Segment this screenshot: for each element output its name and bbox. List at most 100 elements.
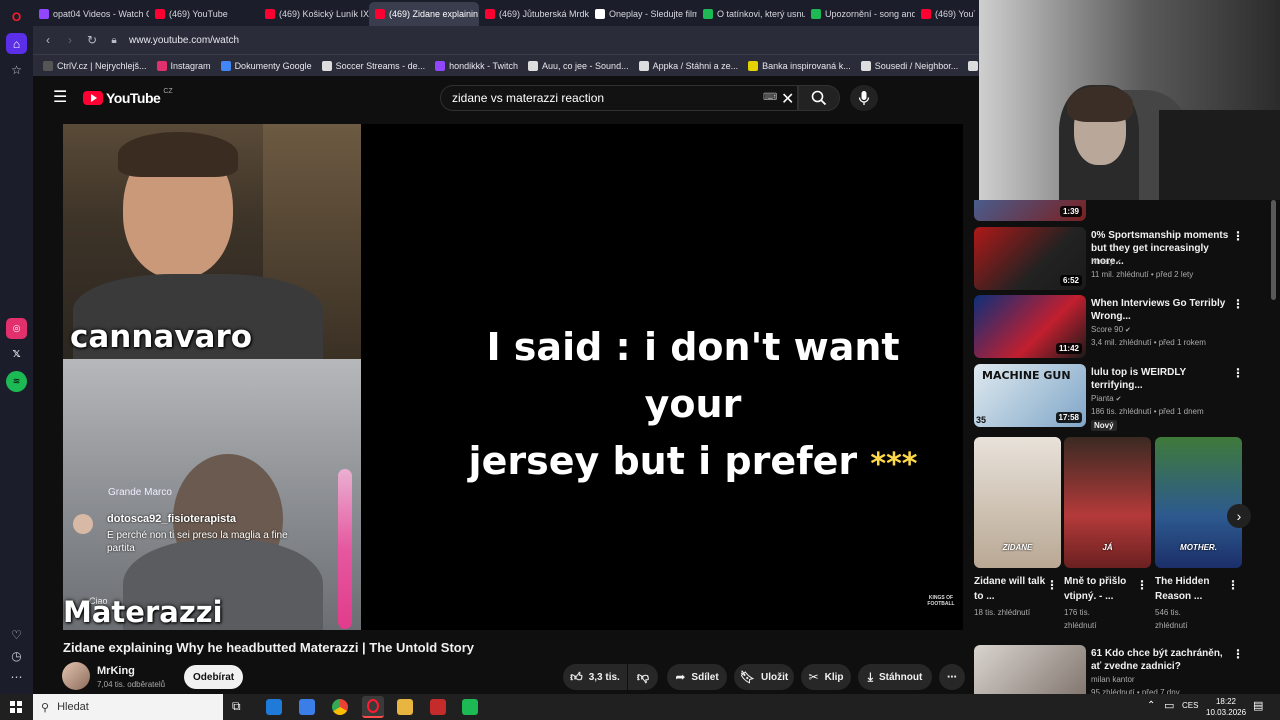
history-icon[interactable]: ◷ [6, 645, 27, 666]
bookmark-favicon-icon [860, 60, 871, 71]
short-thumbnail[interactable]: MOTHER. [1155, 437, 1242, 568]
more-actions-button[interactable]: ⋯ [939, 664, 965, 690]
name-overlay-bottom: Materazzi [63, 595, 223, 629]
tab-1[interactable]: (469) YouTube [149, 2, 259, 26]
scrollbar[interactable] [1271, 200, 1276, 300]
clip-button[interactable]: ✂ Klip [801, 664, 851, 690]
tab-favicon-icon [485, 9, 495, 19]
more-options-icon[interactable]: ⋮ [1046, 578, 1058, 592]
more-options-icon[interactable]: ⋮ [1232, 297, 1244, 311]
recommendation-meta: 3,4 mil. zhlédnutí • před 1 rokem [1091, 338, 1206, 347]
more-options-icon[interactable]: ⋮ [1232, 647, 1244, 661]
clock[interactable]: 18:22 10.03.2026 [1206, 696, 1246, 718]
outlook-icon[interactable] [266, 699, 282, 715]
shorts-next-button[interactable]: › [1227, 504, 1251, 528]
recommendation-channel[interactable]: Pianta ✔ [1091, 394, 1122, 403]
opera-taskbar-icon[interactable] [362, 696, 384, 718]
recommendation-channel[interactable]: milan kantor [1091, 675, 1135, 684]
opera-logo-icon[interactable]: O [6, 6, 27, 27]
reload-icon[interactable]: ↻ [81, 33, 103, 47]
url-field[interactable]: www.youtube.com/watch [129, 35, 239, 46]
tab-0[interactable]: opat04 Videos - Watch C [33, 2, 149, 26]
bookmark-item[interactable]: Appka / Stáhni a ze... [638, 60, 738, 71]
pinboard-icon[interactable]: ☆ [6, 59, 27, 80]
instagram-icon[interactable]: ◎ [6, 318, 27, 339]
recommendation-title[interactable]: When Interviews Go Terribly Wrong... [1091, 297, 1231, 323]
app-green-icon[interactable] [462, 699, 478, 715]
share-button[interactable]: ➦ Sdílet [667, 664, 727, 690]
more-options-icon[interactable]: ⋮ [1227, 578, 1239, 592]
store-icon[interactable] [299, 699, 315, 715]
recommendation-title[interactable]: lulu top is WEIRDLY terrifying... [1091, 366, 1231, 392]
recommendation-thumbnail[interactable]: 11:42 [974, 295, 1086, 358]
tab-8[interactable]: (469) YouTu [915, 2, 975, 26]
like-button[interactable]: 👍︎ 3,3 tis. [563, 664, 627, 690]
short-title[interactable]: Mně to přišlo vtipný. - ... [1064, 574, 1136, 604]
recommendation-title[interactable]: 61 Kdo chce být zachráněn, ať zvedne zad… [1091, 647, 1231, 673]
forward-icon[interactable]: › [59, 33, 81, 47]
file-explorer-icon[interactable] [397, 699, 413, 715]
bookmark-item[interactable]: Auu, co jee - Sound... [528, 60, 629, 71]
short-thumbnail[interactable]: JÁ [1064, 437, 1151, 568]
bookmark-item[interactable]: Soccer Streams - de... [321, 60, 425, 71]
search-button[interactable] [798, 85, 840, 111]
language-indicator[interactable]: CES [1182, 701, 1198, 710]
dislike-button[interactable]: 👎︎ [628, 664, 658, 690]
tab-4[interactable]: (469) Jůtuberská Mrdka [479, 2, 589, 26]
channel-avatar[interactable] [62, 662, 90, 690]
webcam-overlay [979, 0, 1280, 200]
recommendation-thumbnail[interactable]: 6:52 [974, 227, 1086, 290]
more-options-icon[interactable]: ⋮ [1232, 229, 1244, 243]
more-options-icon[interactable]: ⋮ [1136, 578, 1148, 592]
keyboard-icon[interactable]: ⌨ [763, 92, 777, 103]
youtube-logo[interactable]: YouTube CZ [83, 88, 173, 106]
clear-search-icon[interactable]: ✕ [781, 89, 794, 109]
back-icon[interactable]: ‹ [37, 33, 59, 47]
bookmark-item[interactable]: Sousedi / Neighbor... [860, 60, 958, 71]
windows-start-icon[interactable] [10, 701, 22, 713]
bookmark-item[interactable]: hondikkk - Twitch [435, 60, 518, 71]
verified-icon: ✔ [1123, 327, 1131, 334]
video-player[interactable]: cannavaro Grande Marco dotosca92_fisiote… [63, 124, 963, 630]
more-options-icon[interactable]: ⋮ [1232, 366, 1244, 380]
tray-chevron-icon[interactable]: ⌃ [1147, 700, 1155, 711]
tab-favicon-icon [595, 9, 605, 19]
task-view-icon[interactable]: ⧉ [232, 699, 248, 715]
save-button[interactable]: 🔖︎ Uložit [734, 664, 794, 690]
network-icon[interactable]: ▭ [1164, 699, 1174, 712]
short-views: 18 tis. zhlédnutí [974, 608, 1031, 617]
recommendation-channel[interactable]: Score 90 ✔ [1091, 325, 1131, 334]
tab-5[interactable]: Oneplay - Sledujte filmy, [589, 2, 697, 26]
bookmark-icon: 🔖︎ [739, 670, 756, 684]
more-icon[interactable]: ⋯ [6, 666, 27, 687]
tab-7[interactable]: Upozornění - song and ly [805, 2, 915, 26]
bookmark-item[interactable]: Dokumenty Google [220, 60, 312, 71]
app-red-icon[interactable] [430, 699, 446, 715]
tab-2[interactable]: (469) Košický Luník IX: Dě [259, 2, 369, 26]
spotify-icon[interactable]: ≋ [6, 371, 27, 392]
bookmark-item[interactable]: CtrlV.cz | Nejrychlejš... [43, 60, 147, 71]
x-icon[interactable]: 𝕏 [6, 344, 27, 365]
chevron-right-icon: › [1236, 508, 1242, 524]
notifications-icon[interactable]: ▤ [1253, 699, 1263, 712]
tab-6[interactable]: O tatínkovi, který usnul [697, 2, 805, 26]
taskbar-search[interactable]: ⚲ Hledat [33, 694, 223, 720]
chrome-icon[interactable] [332, 699, 348, 715]
download-button[interactable]: ⤓ Stáhnout [858, 664, 932, 690]
home-icon[interactable]: ⌂ [6, 33, 27, 54]
tab-label: opat04 Videos - Watch C [53, 9, 149, 19]
heart-icon[interactable]: ♡ [6, 624, 27, 645]
search-input[interactable]: zidane vs materazzi reaction ⌨ ✕ [440, 85, 798, 111]
recommendation-channel[interactable]: Ninety ✔ [1091, 257, 1122, 266]
short-title[interactable]: The Hidden Reason ... [1155, 574, 1227, 604]
channel-name[interactable]: MrKing [97, 665, 135, 677]
bookmark-item[interactable]: Banka inspirovaná k... [748, 60, 851, 71]
short-title[interactable]: Zidane will talk to ... [974, 574, 1046, 604]
subscribe-button[interactable]: Odebírat [184, 665, 244, 689]
recommendation-thumbnail[interactable]: MACHINE GUN 35 17:58 [974, 364, 1086, 427]
menu-icon[interactable]: ☰ [53, 90, 67, 106]
short-thumbnail[interactable]: ZIDANE [974, 437, 1061, 568]
voice-search-button[interactable] [850, 85, 878, 111]
tab-3[interactable]: (469) Zidane explainin [369, 2, 479, 26]
bookmark-item[interactable]: Instagram [156, 60, 211, 71]
